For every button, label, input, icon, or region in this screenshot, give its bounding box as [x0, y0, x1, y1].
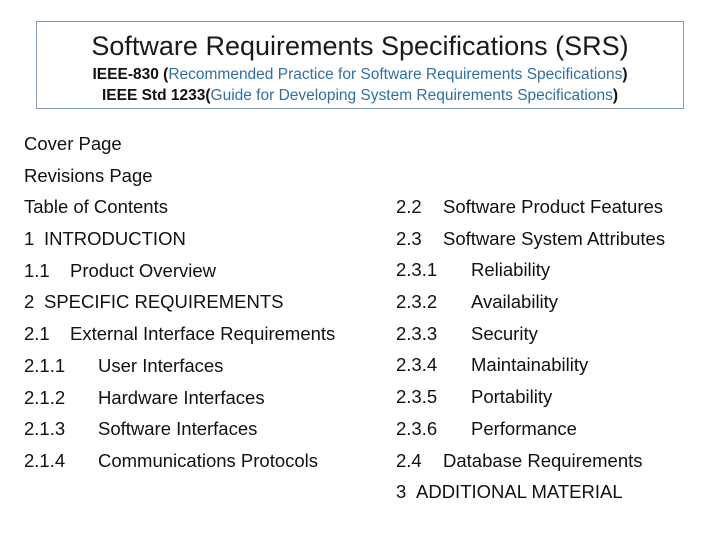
toc-item-label: Revisions Page: [24, 164, 153, 186]
toc-item: 2.3.6 Performance: [396, 413, 716, 445]
standard-ieee-1233-suffix: ): [612, 87, 619, 104]
toc-item-label: Table of Contents: [24, 196, 168, 218]
title-box: Software Requirements Specifications (SR…: [36, 21, 684, 109]
toc-item: 2.4 Database Requirements: [396, 445, 716, 477]
toc-item: 2.1.2 Hardware Interfaces: [24, 382, 384, 414]
toc-item-label: Database Requirements: [443, 449, 643, 471]
toc-item-label: Cover Page: [24, 133, 122, 154]
standard-ieee-830-prefix: IEEE-830 (: [92, 66, 169, 83]
toc-item-number: 2.3.4: [396, 354, 438, 376]
toc-item-label: Hardware Interfaces: [98, 386, 265, 408]
standard-ieee-1233-prefix: IEEE Std 1233(: [101, 87, 211, 104]
toc-item-number: 2.3.6: [396, 417, 438, 439]
toc-item: 1.1 Product Overview: [24, 255, 384, 287]
toc-item: 2.3.5 Portability: [396, 381, 716, 413]
toc-item-label: Security: [471, 322, 538, 344]
toc-item-number: 2.4: [396, 449, 422, 471]
toc-item: 2.3.3 Security: [396, 318, 716, 350]
toc-item: 2.2 Software Product Features: [396, 191, 716, 223]
page-title: Software Requirements Specifications (SR…: [91, 31, 629, 61]
toc-item-number: 1: [24, 228, 35, 250]
toc-item: 2.3.4 Maintainability: [396, 349, 716, 381]
toc-item: 2.1 External Interface Requirements: [24, 318, 384, 350]
toc-item-label: Software Product Features: [443, 196, 664, 217]
toc-item-label: Maintainability: [471, 354, 589, 376]
toc-item-number: 3: [396, 481, 407, 503]
toc-item: 2.3.1 Reliability: [396, 254, 716, 286]
toc-item: 2.1.1 User Interfaces: [24, 350, 384, 382]
toc-item-label: Portability: [471, 386, 553, 408]
toc-item-label: External Interface Requirements: [70, 323, 336, 345]
toc-item-number: 2: [24, 291, 35, 313]
toc-item-label: Product Overview: [70, 259, 216, 281]
toc-item-label: INTRODUCTION: [44, 228, 186, 250]
toc-item: Cover Page: [24, 128, 384, 160]
toc-item: 2.1.3 Software Interfaces: [24, 413, 384, 445]
toc-item: 2 SPECIFIC REQUIREMENTS: [24, 286, 384, 318]
toc-item: 2.1.4 Communications Protocols: [24, 445, 384, 477]
toc-left-column: Cover Page Revisions Page Table of Conte…: [24, 128, 384, 477]
toc-item-number: 2.1: [24, 323, 50, 345]
toc-item-label: Software Interfaces: [98, 418, 258, 440]
toc-item-number: 2.2: [396, 196, 422, 217]
toc-item: 2.3.2 Availability: [396, 286, 716, 318]
toc-item-label: Software System Attributes: [443, 227, 666, 249]
toc-item-label: Availability: [471, 291, 559, 313]
toc-right-column: 2.2 Software Product Features 2.3 Software…: [396, 191, 716, 508]
toc-item-label: Reliability: [471, 259, 551, 281]
toc-item-label: ADDITIONAL MATERIAL: [416, 481, 623, 503]
toc-item: 2.3 Software System Attributes: [396, 223, 716, 255]
toc-item-number: 2.3.5: [396, 386, 438, 408]
toc-item-number: 2.3.3: [396, 322, 438, 344]
standard-ieee-1233-description: Guide for Developing System Requirements…: [210, 87, 613, 104]
standard-ieee-830-suffix: ): [622, 66, 628, 83]
toc-item-number: 2.1.4: [24, 449, 66, 471]
toc-item-number: 2.3.1: [396, 259, 438, 281]
toc-item: Revisions Page: [24, 160, 384, 192]
toc-item-number: 2.1.2: [24, 386, 66, 408]
toc-item-label: Communications Protocols: [98, 449, 319, 471]
standard-ieee-1233: IEEE Std 1233(Guide for Developing Syste…: [37, 85, 683, 106]
standard-ieee-830: IEEE-830 (Recommended Practice for Softw…: [37, 64, 683, 85]
toc-item-label: User Interfaces: [98, 354, 224, 376]
toc-item-number: 2.1.3: [24, 418, 66, 440]
toc-item-number: 2.3: [396, 227, 422, 249]
toc-item-number: 1.1: [24, 259, 50, 281]
toc-item-number: 2.1.1: [24, 354, 66, 376]
toc-item-label: Performance: [471, 417, 577, 439]
toc-item: 1 INTRODUCTION: [24, 223, 384, 255]
toc-item-label: SPECIFIC REQUIREMENTS: [44, 291, 284, 313]
toc-item: 3 ADDITIONAL MATERIAL: [396, 476, 716, 508]
toc-item: Table of Contents: [24, 191, 384, 223]
toc-item-number: 2.3.2: [396, 291, 438, 313]
standard-ieee-830-description: Recommended Practice for Software Requir…: [168, 66, 623, 83]
